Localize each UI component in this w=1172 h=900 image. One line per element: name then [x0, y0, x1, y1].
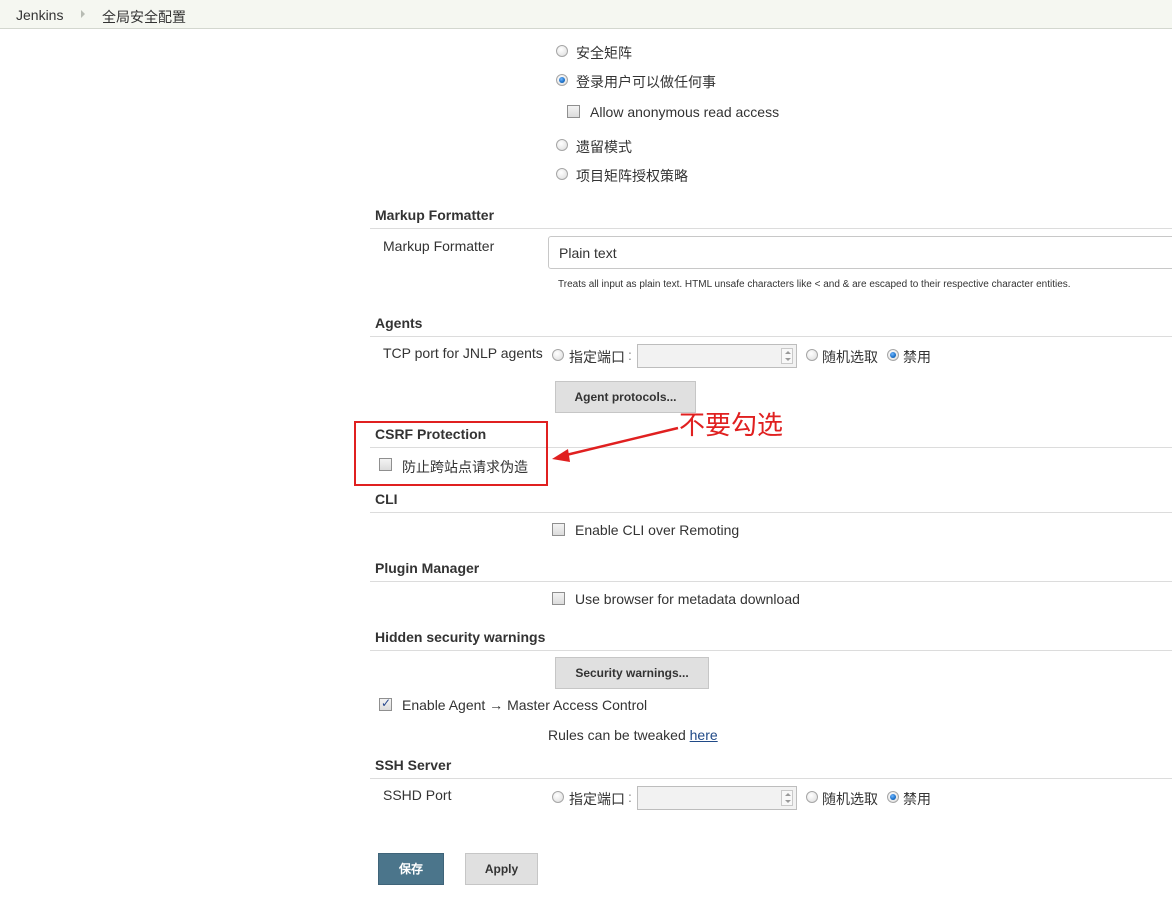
- cli-remoting-checkbox[interactable]: [552, 523, 565, 536]
- agent-protocols-button[interactable]: Agent protocols...: [555, 381, 696, 413]
- markup-formatter-select[interactable]: Plain text: [548, 236, 1172, 269]
- spinner-icon[interactable]: [781, 790, 793, 806]
- breadcrumb-global-security[interactable]: 全局安全配置: [102, 7, 186, 27]
- section-ssh-server: SSH Server: [375, 757, 452, 773]
- annotation-arrow-icon: [552, 426, 679, 462]
- rules-text: Rules can be tweaked here: [548, 727, 718, 743]
- rules-here-link[interactable]: here: [690, 727, 718, 743]
- radio-matrix-label: 安全矩阵: [576, 45, 632, 61]
- markup-formatter-value: Plain text: [559, 245, 617, 261]
- browser-metadata-label: Use browser for metadata download: [575, 591, 800, 607]
- jnlp-random-label: 随机选取: [822, 349, 878, 365]
- agent-master-label: Enable Agent → Master Access Control: [402, 697, 648, 713]
- breadcrumb-jenkins[interactable]: Jenkins: [16, 7, 63, 23]
- jnlp-colon: :: [628, 347, 632, 363]
- divider: [370, 650, 1172, 651]
- radio-logged-in-label: 登录用户可以做任何事: [576, 74, 716, 90]
- breadcrumb-separator-icon: [81, 10, 85, 18]
- browser-metadata-checkbox[interactable]: [552, 592, 565, 605]
- radio-project-matrix-label: 项目矩阵授权策略: [576, 168, 688, 184]
- jnlp-disable-label: 禁用: [903, 349, 931, 365]
- save-button[interactable]: 保存: [378, 853, 444, 885]
- breadcrumb: Jenkins 全局安全配置: [0, 0, 1172, 29]
- divider: [370, 778, 1172, 779]
- divider: [370, 581, 1172, 582]
- jnlp-random-radio[interactable]: [806, 349, 818, 361]
- sshd-random-label: 随机选取: [822, 791, 878, 807]
- sshd-colon: :: [628, 789, 632, 805]
- sshd-fixed-radio[interactable]: [552, 791, 564, 803]
- divider: [370, 512, 1172, 513]
- jnlp-port-input[interactable]: [637, 344, 797, 368]
- section-agents: Agents: [375, 315, 423, 331]
- sshd-port-input[interactable]: [637, 786, 797, 810]
- cli-remoting-label: Enable CLI over Remoting: [575, 522, 740, 538]
- radio-project-matrix[interactable]: [556, 168, 568, 180]
- sshd-fixed-label: 指定端口: [569, 791, 625, 807]
- divider: [370, 228, 1172, 229]
- anonymous-read-label: Allow anonymous read access: [590, 104, 780, 120]
- security-warnings-button[interactable]: Security warnings...: [555, 657, 709, 689]
- agent-master-checkbox[interactable]: [379, 696, 392, 711]
- jnlp-fixed-radio[interactable]: [552, 349, 564, 361]
- radio-legacy-label: 遗留模式: [576, 139, 632, 155]
- sshd-disable-label: 禁用: [903, 791, 931, 807]
- divider: [370, 336, 1172, 337]
- spinner-icon[interactable]: [781, 348, 793, 364]
- annotation-highlight-box: [354, 421, 548, 486]
- section-markup-formatter: Markup Formatter: [375, 207, 495, 223]
- jnlp-fixed-label: 指定端口: [569, 349, 625, 365]
- section-hidden-warnings: Hidden security warnings: [375, 629, 546, 645]
- apply-button[interactable]: Apply: [465, 853, 538, 885]
- jnlp-port-label: TCP port for JNLP agents: [383, 345, 543, 361]
- radio-matrix[interactable]: [556, 45, 568, 57]
- section-cli: CLI: [375, 491, 398, 507]
- radio-logged-in[interactable]: [556, 74, 568, 86]
- section-plugin-manager: Plugin Manager: [375, 560, 480, 576]
- sshd-random-radio[interactable]: [806, 791, 818, 803]
- sshd-port-label: SSHD Port: [383, 787, 452, 803]
- anonymous-read-checkbox[interactable]: [567, 105, 580, 118]
- markup-formatter-help: Treats all input as plain text. HTML uns…: [558, 279, 1071, 290]
- annotation-text: 不要勾选: [679, 411, 784, 441]
- sshd-disable-radio[interactable]: [887, 791, 899, 803]
- rules-text-prefix: Rules can be tweaked: [548, 727, 690, 743]
- markup-formatter-label: Markup Formatter: [383, 238, 495, 254]
- jnlp-disable-radio[interactable]: [887, 349, 899, 361]
- radio-legacy[interactable]: [556, 139, 568, 151]
